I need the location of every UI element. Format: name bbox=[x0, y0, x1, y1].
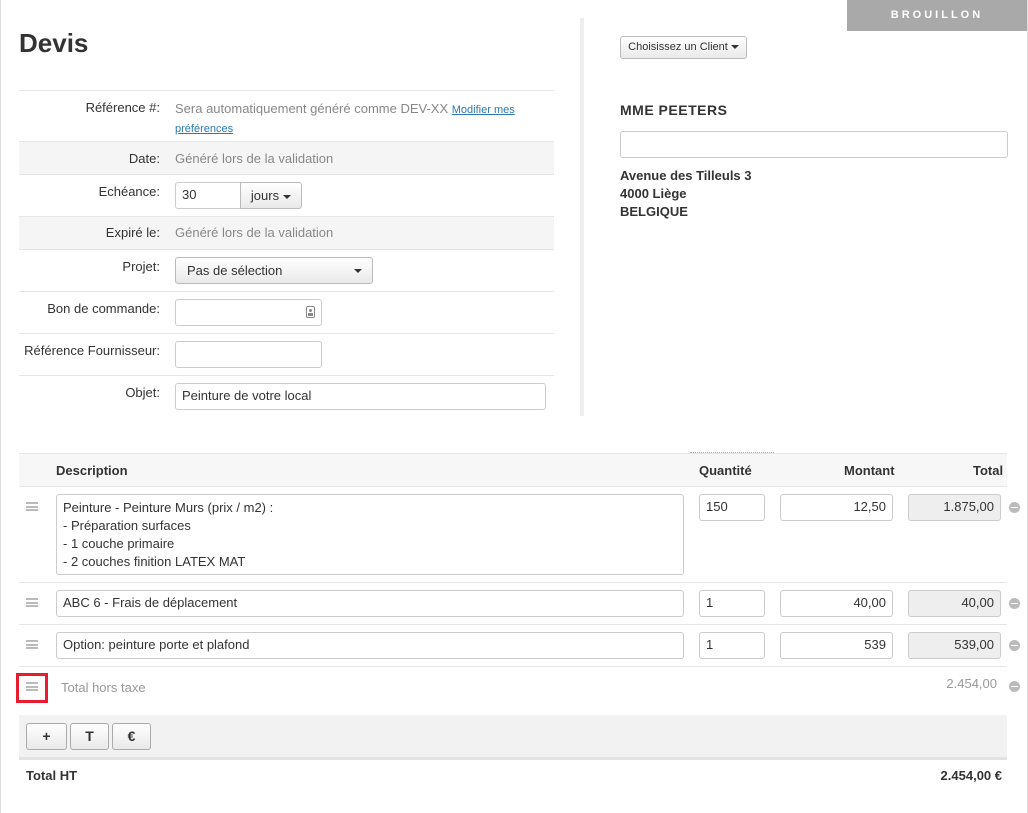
chevron-down-icon bbox=[283, 194, 292, 199]
reference-label: Référence #: bbox=[85, 100, 160, 115]
remove-line-icon[interactable] bbox=[1009, 681, 1020, 692]
form-row-reference: Référence #: Sera automatiquement généré… bbox=[19, 90, 554, 141]
objet-label: Objet: bbox=[125, 385, 160, 400]
line-quantity-input[interactable]: 150 bbox=[699, 494, 765, 521]
line-quantity-input[interactable]: 1 bbox=[699, 632, 765, 659]
chevron-down-icon bbox=[730, 45, 739, 50]
drag-handle-icon[interactable] bbox=[26, 640, 38, 649]
row-divider bbox=[19, 624, 1007, 625]
lines-toolbar bbox=[19, 715, 1007, 757]
echeance-label: Echéance: bbox=[98, 184, 160, 199]
client-extra-input[interactable] bbox=[620, 131, 1008, 158]
client-address-line1: Avenue des Tilleuls 3 bbox=[620, 168, 752, 183]
form-row-ref-fournisseur: Référence Fournisseur: bbox=[19, 333, 554, 375]
quote-form: Référence #: Sera automatiquement généré… bbox=[19, 90, 554, 417]
add-text-button[interactable]: T bbox=[70, 723, 109, 750]
preferences-link[interactable]: préférences bbox=[175, 123, 233, 135]
date-value: Généré lors de la validation bbox=[175, 151, 334, 166]
line-total-value: 40,00 bbox=[908, 590, 1001, 617]
echeance-unit-dropdown[interactable]: jours bbox=[240, 182, 302, 209]
expire-value: Généré lors de la validation bbox=[175, 225, 334, 240]
remove-line-icon[interactable] bbox=[1009, 502, 1020, 513]
line-amount-input[interactable]: 40,00 bbox=[780, 590, 893, 617]
echeance-input[interactable]: 30 bbox=[175, 182, 241, 209]
total-ht-label: Total HT bbox=[26, 768, 78, 783]
add-subtotal-button[interactable]: € bbox=[112, 723, 151, 750]
client-name: MME PEETERS bbox=[620, 102, 728, 118]
total-ht-value: 2.454,00 € bbox=[940, 768, 1002, 783]
remove-line-icon[interactable] bbox=[1009, 598, 1020, 609]
line-quantity-input[interactable]: 1 bbox=[699, 590, 765, 617]
choose-client-label: Choisissez un Client bbox=[628, 41, 728, 53]
form-row-date: Date: Généré lors de la validation bbox=[19, 141, 554, 174]
column-description: Description bbox=[56, 463, 128, 478]
projet-label: Projet: bbox=[122, 259, 160, 274]
projet-select[interactable]: Pas de sélection bbox=[175, 257, 373, 284]
projet-select-value: Pas de sélection bbox=[187, 263, 283, 278]
date-label: Date: bbox=[128, 151, 160, 166]
ref-fournisseur-input[interactable] bbox=[175, 341, 322, 368]
line-amount-input[interactable]: 539 bbox=[780, 632, 893, 659]
form-row-objet: Objet: Peinture de votre local bbox=[19, 375, 554, 417]
lines-table-header: Description Quantité Montant Total bbox=[19, 453, 1007, 487]
row-divider bbox=[19, 666, 1007, 667]
form-row-expire: Expiré le: Généré lors de la validation bbox=[19, 216, 554, 249]
bon-commande-input[interactable] bbox=[175, 299, 322, 326]
page-title: Devis bbox=[19, 28, 89, 58]
reference-value-text: Sera automatiquement généré comme DEV-XX bbox=[175, 101, 449, 116]
column-amount: Montant bbox=[844, 463, 895, 478]
client-address-line2: 4000 Liège bbox=[620, 186, 687, 201]
add-line-button[interactable]: + bbox=[26, 723, 67, 750]
row-divider bbox=[19, 582, 1007, 583]
line-description-input[interactable]: ABC 6 - Frais de déplacement bbox=[56, 590, 684, 617]
client-address-line3: BELGIQUE bbox=[620, 204, 688, 219]
contact-card-icon-body bbox=[308, 313, 313, 316]
bon-commande-label: Bon de commande: bbox=[47, 301, 160, 316]
form-row-projet: Projet: Pas de sélection bbox=[19, 249, 554, 291]
reference-value: Sera automatiquement généré comme DEV-XX… bbox=[175, 100, 545, 138]
drag-handle-icon[interactable] bbox=[26, 598, 38, 607]
modify-preferences-link[interactable]: Modifier mes bbox=[452, 104, 515, 116]
column-total: Total bbox=[973, 463, 1004, 478]
line-description-input[interactable]: Peinture - Peinture Murs (prix / m2) : -… bbox=[56, 494, 684, 575]
subtotal-label: Total hors taxe bbox=[61, 680, 146, 695]
expire-label: Expiré le: bbox=[105, 225, 160, 240]
column-quantity: Quantité bbox=[699, 463, 752, 478]
total-separator bbox=[19, 757, 1007, 760]
contact-card-icon-head bbox=[309, 309, 312, 312]
status-badge: BROUILLON bbox=[847, 0, 1027, 31]
line-total-value: 1.875,00 bbox=[908, 494, 1001, 521]
line-total-value: 539,00 bbox=[908, 632, 1001, 659]
drag-handle-icon[interactable] bbox=[26, 502, 38, 511]
remove-line-icon[interactable] bbox=[1009, 640, 1020, 651]
ref-fournisseur-label: Référence Fournisseur: bbox=[24, 343, 160, 358]
objet-input[interactable]: Peinture de votre local bbox=[175, 383, 546, 410]
echeance-unit-label: jours bbox=[250, 188, 280, 203]
line-amount-input[interactable]: 12,50 bbox=[780, 494, 893, 521]
choose-client-button[interactable]: Choisissez un Client bbox=[620, 36, 747, 59]
form-row-echeance: Echéance: 30 jours bbox=[19, 174, 554, 216]
line-description-input[interactable]: Option: peinture porte et plafond bbox=[56, 632, 684, 659]
contact-card-icon[interactable] bbox=[306, 306, 315, 318]
form-row-bon-commande: Bon de commande: bbox=[19, 291, 554, 333]
subtotal-value: 2.454,00 bbox=[946, 676, 997, 691]
drag-handle-highlight bbox=[16, 673, 48, 703]
chevron-down-icon bbox=[354, 269, 362, 273]
column-divider bbox=[580, 18, 584, 416]
